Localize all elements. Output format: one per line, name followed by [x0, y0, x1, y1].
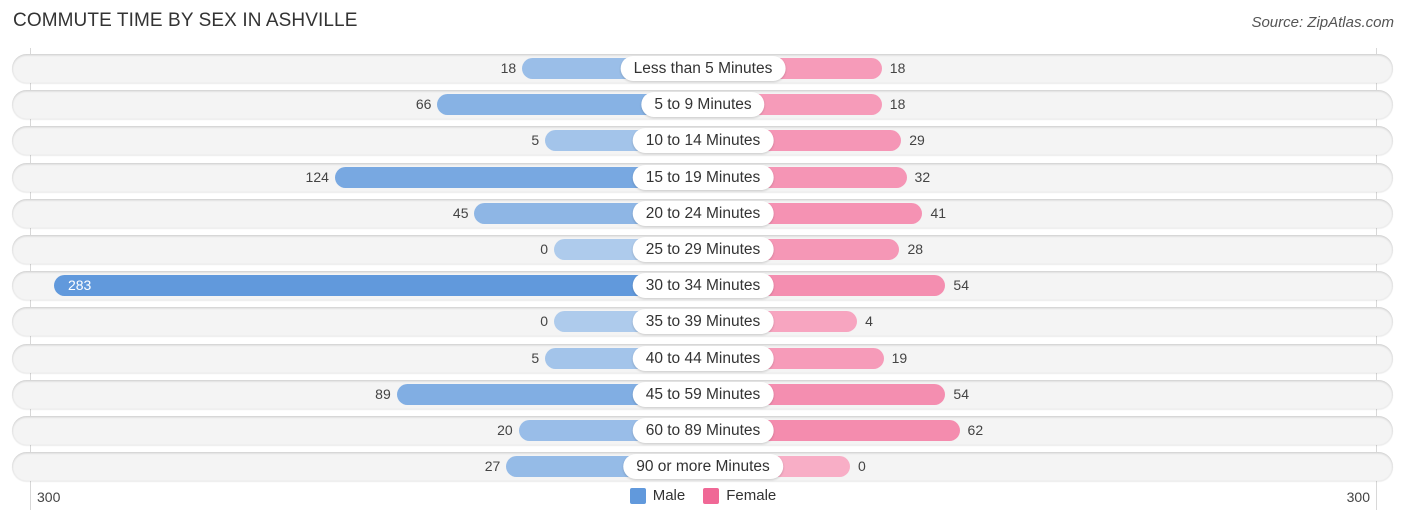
legend: Male Female	[0, 487, 1406, 504]
category-label: 20 to 24 Minutes	[632, 200, 774, 226]
source-label: Source: ZipAtlas.com	[1251, 14, 1394, 31]
legend-swatch-female	[703, 487, 720, 504]
value-label-male: 283	[67, 277, 92, 294]
category-label: 45 to 59 Minutes	[632, 381, 774, 407]
value-label-female: 41	[930, 204, 947, 221]
value-label-female: 18	[889, 60, 906, 76]
value-label-male: 0	[540, 241, 548, 257]
legend-label-male: Male	[652, 487, 686, 504]
value-label-female: 29	[909, 132, 925, 149]
value-label-female: 62	[967, 422, 984, 438]
value-label-male: 89	[375, 385, 391, 402]
chart-title: COMMUTE TIME BY SEX IN ASHVILLE	[13, 10, 358, 31]
value-label-female: 54	[953, 385, 969, 402]
value-label-male: 66	[415, 96, 432, 113]
value-label-male: 5	[531, 349, 540, 366]
legend-label-female: Female	[726, 487, 777, 504]
legend-swatch-male	[629, 487, 646, 504]
value-label-female: 19	[891, 349, 908, 366]
value-label-male: 124	[305, 168, 329, 185]
value-label-female: 28	[907, 241, 924, 257]
value-label-female: 32	[914, 168, 931, 185]
category-label: 30 to 34 Minutes	[632, 273, 774, 299]
category-label: 25 to 29 Minutes	[632, 237, 774, 262]
category-label: 60 to 89 Minutes	[632, 418, 774, 443]
category-label: Less than 5 Minutes	[620, 56, 786, 81]
legend-item-male[interactable]: Male	[629, 487, 686, 504]
value-label-male: 18	[500, 60, 517, 76]
value-label-male: 20	[497, 422, 513, 438]
legend-item-female[interactable]: Female	[703, 487, 776, 504]
value-label-male: 5	[531, 132, 540, 149]
value-label-male: 45	[452, 204, 469, 221]
category-label: 90 or more Minutes	[623, 454, 783, 480]
value-label-female: 18	[889, 96, 906, 113]
value-label-female: 0	[858, 458, 866, 475]
category-label: 40 to 44 Minutes	[632, 345, 774, 371]
value-label-male: 27	[484, 458, 501, 475]
value-label-female: 54	[953, 277, 969, 294]
category-label: 35 to 39 Minutes	[632, 309, 774, 335]
category-label: 15 to 19 Minutes	[632, 164, 774, 190]
bar-male[interactable]	[53, 275, 703, 297]
category-label: 5 to 9 Minutes	[641, 92, 765, 118]
value-label-female: 4	[865, 313, 873, 330]
category-label: 10 to 14 Minutes	[632, 128, 774, 154]
value-label-male: 0	[540, 313, 548, 330]
